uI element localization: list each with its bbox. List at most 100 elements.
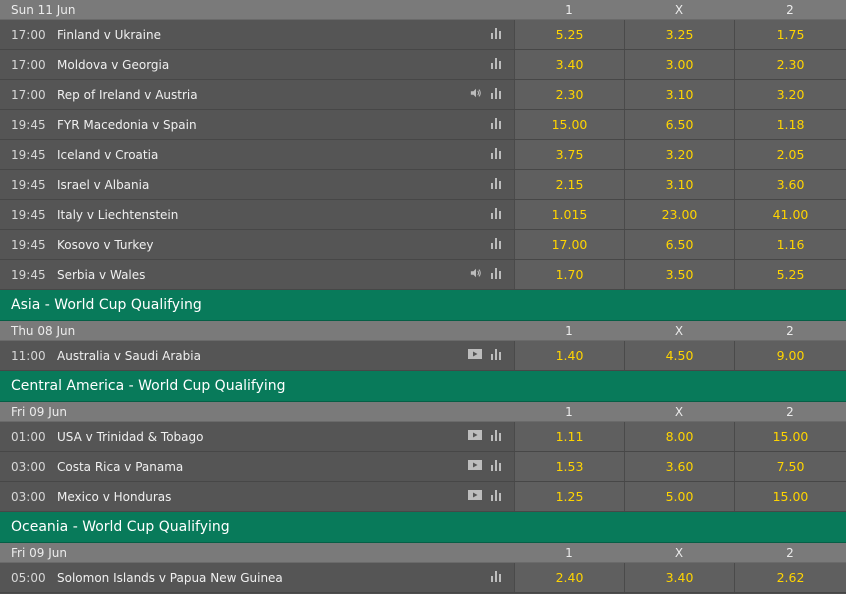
odds-button[interactable]: 3.25 bbox=[624, 20, 734, 49]
odds-button[interactable]: 1.18 bbox=[734, 110, 846, 139]
odds-button[interactable]: 2.30 bbox=[514, 80, 624, 109]
stats-icon[interactable] bbox=[490, 459, 502, 474]
match-info[interactable]: 19:45 Italy v Liechtenstein bbox=[0, 200, 514, 229]
stats-icon[interactable] bbox=[490, 87, 502, 102]
match-name[interactable]: Finland v Ukraine bbox=[57, 28, 161, 42]
competition-header[interactable]: Oceania - World Cup Qualifying bbox=[0, 512, 846, 543]
match-row[interactable]: 01:00 USA v Trinidad & Tobago 1.11 8.00 15.0… bbox=[0, 422, 846, 452]
video-icon[interactable] bbox=[468, 429, 482, 444]
match-info[interactable]: 17:00 Rep of Ireland v Austria bbox=[0, 80, 514, 109]
match-name[interactable]: Serbia v Wales bbox=[57, 268, 145, 282]
match-name[interactable]: Australia v Saudi Arabia bbox=[57, 349, 201, 363]
odds-button[interactable]: 15.00 bbox=[734, 422, 846, 451]
match-info[interactable]: 03:00 Mexico v Honduras bbox=[0, 482, 514, 511]
match-row[interactable]: 11:00 Australia v Saudi Arabia 1.40 4.50 9.0… bbox=[0, 341, 846, 371]
video-icon[interactable] bbox=[468, 459, 482, 474]
odds-button[interactable]: 6.50 bbox=[624, 230, 734, 259]
odds-button[interactable]: 5.25 bbox=[514, 20, 624, 49]
stats-icon[interactable] bbox=[490, 207, 502, 222]
match-name[interactable]: Israel v Albania bbox=[57, 178, 149, 192]
odds-button[interactable]: 6.50 bbox=[624, 110, 734, 139]
match-row[interactable]: 17:00 Finland v Ukraine 5.25 3.25 1.75 bbox=[0, 20, 846, 50]
match-name[interactable]: USA v Trinidad & Tobago bbox=[57, 430, 203, 444]
odds-button[interactable]: 3.20 bbox=[734, 80, 846, 109]
match-info[interactable]: 17:00 Moldova v Georgia bbox=[0, 50, 514, 79]
match-row[interactable]: 17:00 Moldova v Georgia 3.40 3.00 2.30 bbox=[0, 50, 846, 80]
match-row[interactable]: 19:45 Serbia v Wales 1.70 3.50 5.25 bbox=[0, 260, 846, 290]
match-name[interactable]: Kosovo v Turkey bbox=[57, 238, 153, 252]
stats-icon[interactable] bbox=[490, 237, 502, 252]
match-name[interactable]: Rep of Ireland v Austria bbox=[57, 88, 198, 102]
odds-button[interactable]: 3.40 bbox=[514, 50, 624, 79]
match-info[interactable]: 01:00 USA v Trinidad & Tobago bbox=[0, 422, 514, 451]
odds-button[interactable]: 3.60 bbox=[624, 452, 734, 481]
match-info[interactable]: 05:00 Solomon Islands v Papua New Guinea bbox=[0, 563, 514, 592]
match-info[interactable]: 19:45 Serbia v Wales bbox=[0, 260, 514, 289]
odds-button[interactable]: 41.00 bbox=[734, 200, 846, 229]
odds-button[interactable]: 2.05 bbox=[734, 140, 846, 169]
odds-button[interactable]: 1.25 bbox=[514, 482, 624, 511]
stats-icon[interactable] bbox=[490, 177, 502, 192]
match-row[interactable]: 19:45 FYR Macedonia v Spain 15.00 6.50 1.18 bbox=[0, 110, 846, 140]
match-name[interactable]: Moldova v Georgia bbox=[57, 58, 169, 72]
odds-button[interactable]: 1.015 bbox=[514, 200, 624, 229]
odds-button[interactable]: 3.20 bbox=[624, 140, 734, 169]
odds-button[interactable]: 3.40 bbox=[624, 563, 734, 592]
competition-header[interactable]: Central America - World Cup Qualifying bbox=[0, 371, 846, 402]
video-icon[interactable] bbox=[468, 348, 482, 363]
match-row[interactable]: 19:45 Italy v Liechtenstein 1.015 23.00 41.0… bbox=[0, 200, 846, 230]
stats-icon[interactable] bbox=[490, 429, 502, 444]
odds-button[interactable]: 4.50 bbox=[624, 341, 734, 370]
odds-button[interactable]: 1.75 bbox=[734, 20, 846, 49]
odds-button[interactable]: 9.00 bbox=[734, 341, 846, 370]
match-row[interactable]: 05:00 Solomon Islands v Papua New Guinea 2… bbox=[0, 563, 846, 593]
odds-button[interactable]: 15.00 bbox=[514, 110, 624, 139]
match-info[interactable]: 17:00 Finland v Ukraine bbox=[0, 20, 514, 49]
stats-icon[interactable] bbox=[490, 57, 502, 72]
match-info[interactable]: 19:45 Iceland v Croatia bbox=[0, 140, 514, 169]
match-row[interactable]: 03:00 Costa Rica v Panama 1.53 3.60 7.50 bbox=[0, 452, 846, 482]
odds-button[interactable]: 7.50 bbox=[734, 452, 846, 481]
odds-button[interactable]: 3.10 bbox=[624, 80, 734, 109]
match-row[interactable]: 17:00 Rep of Ireland v Austria 2.30 3.10 3.2… bbox=[0, 80, 846, 110]
odds-button[interactable]: 5.25 bbox=[734, 260, 846, 289]
stats-icon[interactable] bbox=[490, 147, 502, 162]
odds-button[interactable]: 2.15 bbox=[514, 170, 624, 199]
stats-icon[interactable] bbox=[490, 570, 502, 585]
audio-icon[interactable] bbox=[470, 267, 482, 282]
audio-icon[interactable] bbox=[470, 87, 482, 102]
match-name[interactable]: Italy v Liechtenstein bbox=[57, 208, 178, 222]
odds-button[interactable]: 23.00 bbox=[624, 200, 734, 229]
odds-button[interactable]: 1.16 bbox=[734, 230, 846, 259]
match-row[interactable]: 19:45 Iceland v Croatia 3.75 3.20 2.05 bbox=[0, 140, 846, 170]
match-name[interactable]: FYR Macedonia v Spain bbox=[57, 118, 197, 132]
stats-icon[interactable] bbox=[490, 348, 502, 363]
match-name[interactable]: Solomon Islands v Papua New Guinea bbox=[57, 571, 283, 585]
match-name[interactable]: Mexico v Honduras bbox=[57, 490, 171, 504]
video-icon[interactable] bbox=[468, 489, 482, 504]
match-name[interactable]: Iceland v Croatia bbox=[57, 148, 158, 162]
match-name[interactable]: Costa Rica v Panama bbox=[57, 460, 183, 474]
match-info[interactable]: 19:45 Kosovo v Turkey bbox=[0, 230, 514, 259]
match-row[interactable]: 03:00 Mexico v Honduras 1.25 5.00 15.00 bbox=[0, 482, 846, 512]
stats-icon[interactable] bbox=[490, 267, 502, 282]
odds-button[interactable]: 8.00 bbox=[624, 422, 734, 451]
odds-button[interactable]: 3.50 bbox=[624, 260, 734, 289]
match-info[interactable]: 19:45 FYR Macedonia v Spain bbox=[0, 110, 514, 139]
match-info[interactable]: 11:00 Australia v Saudi Arabia bbox=[0, 341, 514, 370]
stats-icon[interactable] bbox=[490, 489, 502, 504]
odds-button[interactable]: 17.00 bbox=[514, 230, 624, 259]
match-info[interactable]: 03:00 Costa Rica v Panama bbox=[0, 452, 514, 481]
odds-button[interactable]: 3.10 bbox=[624, 170, 734, 199]
stats-icon[interactable] bbox=[490, 117, 502, 132]
odds-button[interactable]: 1.70 bbox=[514, 260, 624, 289]
odds-button[interactable]: 15.00 bbox=[734, 482, 846, 511]
odds-button[interactable]: 1.53 bbox=[514, 452, 624, 481]
odds-button[interactable]: 1.11 bbox=[514, 422, 624, 451]
stats-icon[interactable] bbox=[490, 27, 502, 42]
odds-button[interactable]: 2.30 bbox=[734, 50, 846, 79]
odds-button[interactable]: 3.75 bbox=[514, 140, 624, 169]
odds-button[interactable]: 3.60 bbox=[734, 170, 846, 199]
odds-button[interactable]: 1.40 bbox=[514, 341, 624, 370]
match-row[interactable]: 19:45 Israel v Albania 2.15 3.10 3.60 bbox=[0, 170, 846, 200]
